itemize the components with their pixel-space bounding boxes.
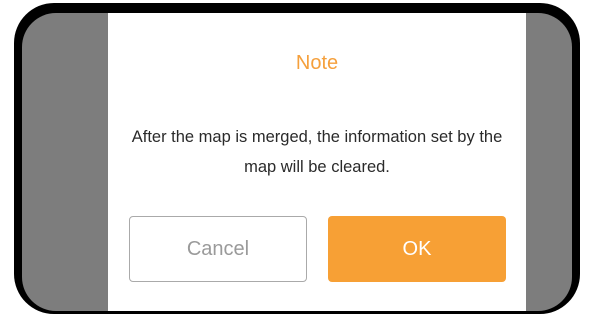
dialog-message: After the map is merged, the information… [131, 128, 503, 176]
screen-overlay: Note After the map is merged, the inform… [22, 13, 572, 311]
dialog-title: Note [295, 52, 339, 74]
ok-button[interactable]: OK [328, 216, 506, 282]
cancel-button[interactable]: Cancel [129, 216, 307, 282]
confirm-dialog: Note After the map is merged, the inform… [108, 13, 526, 311]
